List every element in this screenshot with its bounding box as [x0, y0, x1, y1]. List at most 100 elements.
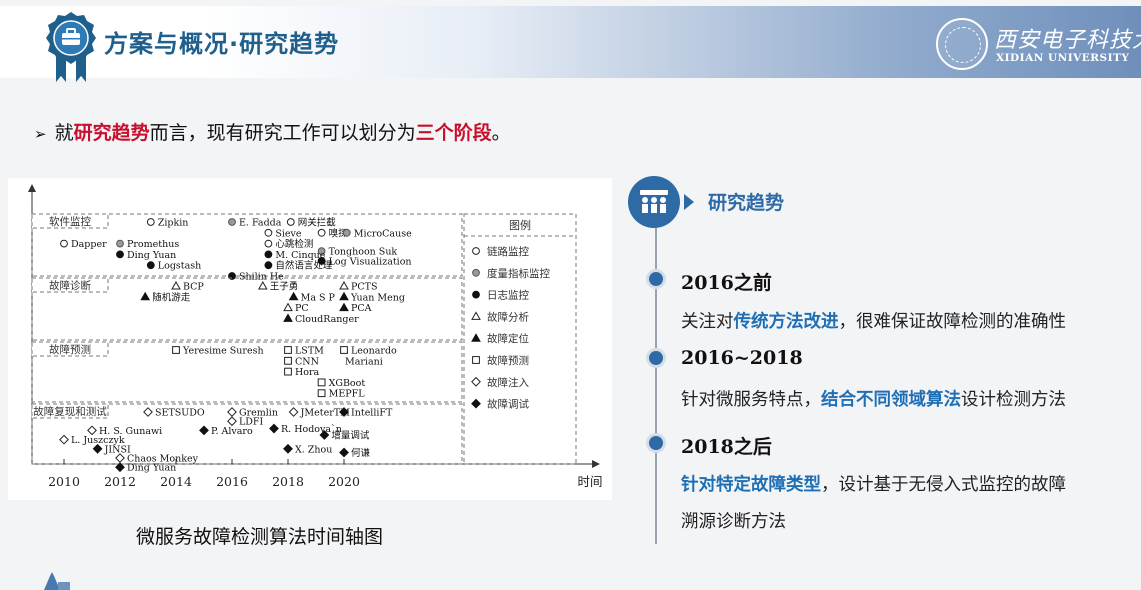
timeline-marker: [59, 434, 69, 445]
stage-1-highlight: 传统方法改进: [733, 312, 839, 332]
timeline-item-label: 王子勇: [270, 282, 299, 293]
timeline-item-label: BCP: [183, 282, 204, 293]
timeline-item-label: IntelliFT: [351, 408, 393, 419]
timeline-marker: [284, 356, 292, 365]
stage-1-text-a: 关注对: [681, 312, 734, 332]
timeline-marker: [227, 407, 237, 417]
stage-2-highlight: 结合不同领域算法: [821, 390, 961, 410]
intro-text-1: 就: [54, 122, 74, 144]
timeline-marker: [264, 228, 273, 237]
timeline-marker: [143, 407, 153, 417]
timeline-item-label: Dapper: [71, 239, 107, 250]
legend-marker: [472, 247, 480, 255]
x-tick-label: 2020: [328, 474, 360, 489]
timeline-item-label: Ding Yuan: [127, 463, 176, 474]
briefcase-icon: [46, 12, 96, 82]
x-tick-label: 2016: [216, 474, 248, 489]
timeline-marker: [171, 280, 181, 290]
timeline-item-label: Yeresime Suresh: [182, 346, 264, 357]
timeline-item-label: CNN: [295, 356, 319, 367]
x-tick-label: 2010: [48, 474, 80, 489]
timeline-item-label: PC: [295, 303, 309, 314]
timeline-item-label: Log Visualization: [329, 256, 412, 267]
stage-dot-3: [649, 436, 663, 450]
timeline-marker: [284, 367, 292, 376]
legend-entry-label: 日志监控: [487, 289, 529, 302]
intro-highlight-2: 三个阶段: [415, 122, 492, 144]
trend-title: 研究趋势: [708, 192, 785, 214]
x-tick-label: 2012: [104, 474, 136, 489]
intro-highlight-1: 研究趋势: [73, 122, 150, 144]
timeline-item-label: MEPFL: [329, 389, 366, 400]
timeline-item-label: XGBoot: [329, 378, 366, 389]
timeline-marker: [257, 280, 268, 290]
stage-3-description: 针对特定故障类型，设计基于无侵入式监控的故障: [681, 471, 1066, 496]
lane-label: 故障预测: [49, 343, 91, 356]
timeline-marker: [340, 346, 348, 354]
legend-entry-label: 故障分析: [487, 310, 529, 323]
timeline-chart: 2010 2012 2014 2016 2018 2020 时间 软件监控 Zipkin E. F…: [8, 178, 612, 500]
stage-dot-1: [649, 272, 663, 286]
timeline-item-label: 网关拦截: [298, 217, 337, 229]
timeline-marker: [339, 302, 349, 312]
legend-entry-label: 故障注入: [487, 376, 529, 389]
timeline-marker: [284, 346, 292, 354]
timeline-marker: [146, 218, 155, 226]
timeline-item-label: Mariani: [345, 356, 383, 367]
stage-3-description-line-2: 溯源诊断方法: [681, 512, 786, 532]
timeline-chart-svg: 2010 2012 2014 2016 2018 2020 时间 软件监控 Zipkin E. F…: [28, 184, 603, 489]
timeline-item-label: LSTM: [295, 346, 324, 357]
intro-statement: ➢ 就研究趋势而言，现有研究工作可以划分为三个阶段。: [34, 118, 511, 145]
timeline-item-label: Leonardo: [351, 346, 397, 357]
timeline-item-label: Zipkin: [158, 218, 189, 229]
timeline-marker: [286, 218, 295, 226]
timeline-item-label: 何谦: [351, 447, 371, 459]
timeline-item-label: PCA: [351, 303, 372, 314]
timeline-marker: [283, 302, 293, 312]
timeline-item-label: 增量调试: [331, 430, 370, 442]
legend-entry-label: 链路监控: [487, 245, 529, 258]
stage-1-title: 2016之前: [681, 272, 772, 294]
timeline-marker: [264, 250, 273, 259]
lane-label: 故障诊断: [49, 279, 91, 292]
timeline-marker: [317, 378, 326, 387]
building-icon: [44, 572, 70, 590]
timeline-marker: [140, 291, 151, 301]
trend-arrow-icon: [684, 194, 694, 210]
timeline-item-label: 心跳检测: [275, 238, 313, 250]
legend-marker: [471, 333, 481, 342]
university-seal-logo: [936, 18, 988, 70]
timeline-item-label: 随机游走: [152, 291, 191, 303]
legend-entry-label: 故障定位: [487, 332, 529, 345]
timeline-marker: [288, 407, 299, 417]
university-name-cn: 西安电子科技大学: [994, 28, 1141, 53]
legend-marker: [472, 268, 480, 277]
timeline-item-label: MicroCause: [354, 228, 412, 239]
timeline-item-label: Promethus: [127, 239, 179, 250]
university-name-en: XIDIAN UNIVERSITY: [996, 52, 1130, 64]
chart-caption: 微服务故障检测算法时间轴图: [136, 526, 384, 548]
timeline-marker: [342, 228, 351, 237]
timeline-item-label: CloudRanger: [295, 314, 359, 325]
timeline-item-label: PCTS: [351, 282, 378, 293]
legend-marker: [472, 356, 480, 364]
stage-3-highlight: 针对特定故障类型: [681, 475, 821, 495]
timeline-item-label: E. Fadda: [239, 218, 282, 229]
timeline-marker: [317, 228, 326, 237]
legend-entry-label: 故障预测: [487, 354, 529, 367]
x-tick-label: 2018: [272, 474, 304, 489]
x-axis-label: 时间: [577, 474, 602, 489]
timeline-marker: [339, 291, 349, 301]
timeline-item-label: Ding Yuan: [127, 250, 176, 261]
stage-1-text-b: ，很难保证故障检测的准确性: [838, 312, 1067, 332]
legend-title: 图例: [509, 218, 531, 232]
bullet-arrow-icon: ➢: [34, 125, 47, 143]
timeline-marker: [199, 425, 209, 436]
legend-marker: [471, 311, 481, 320]
timeline-item-label: 自然语言处理: [275, 260, 333, 272]
intro-text-3: 。: [491, 122, 511, 144]
timeline-marker: [283, 443, 293, 454]
timeline-marker: [228, 218, 236, 226]
stage-dot-2: [649, 351, 663, 365]
legend-marker: [472, 290, 480, 299]
